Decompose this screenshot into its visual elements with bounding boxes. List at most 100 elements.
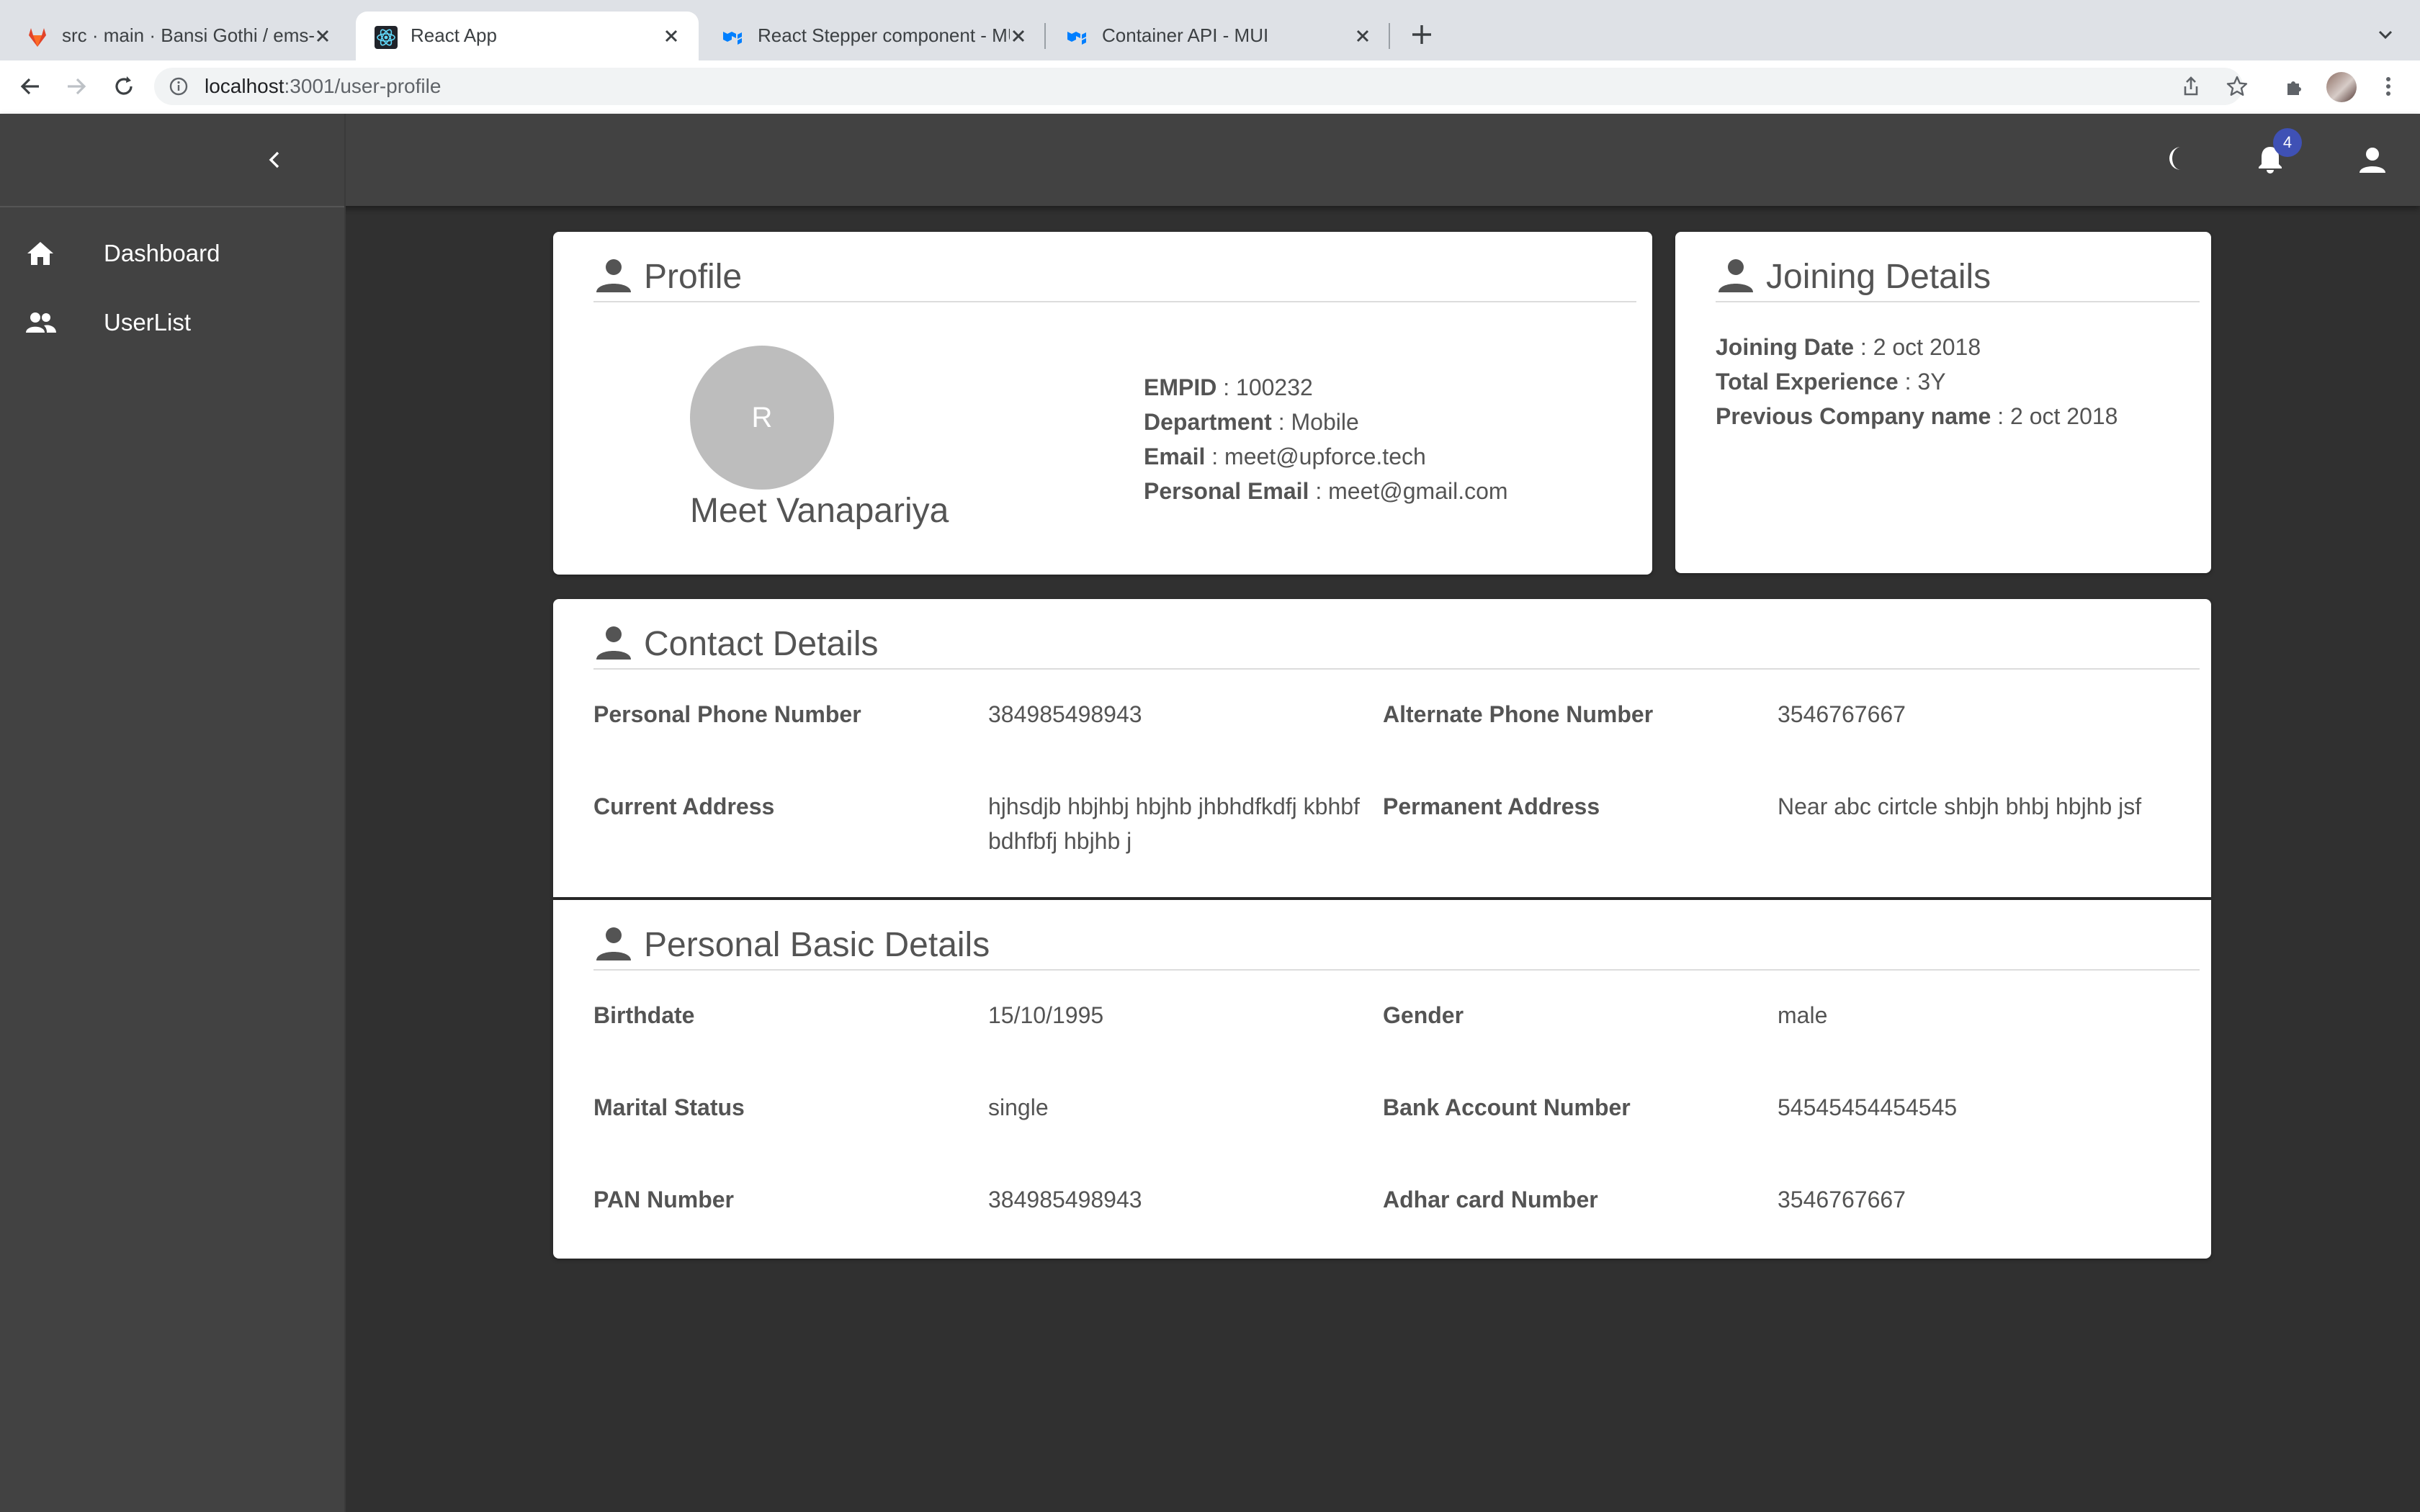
tab-title: React Stepper component - MUI xyxy=(758,24,1010,46)
new-tab-icon[interactable] xyxy=(1409,22,1435,48)
tab-separator xyxy=(1389,23,1390,49)
people-icon xyxy=(26,312,56,333)
value-bank-account: 54545454454545 xyxy=(1778,1094,1958,1120)
field-value: meet@upforce.tech xyxy=(1224,444,1426,469)
profile-avatar[interactable] xyxy=(2326,72,2357,102)
field-label: Joining Date xyxy=(1716,334,1855,360)
contact-details-card: Contact Details xyxy=(553,599,2211,897)
share-icon[interactable] xyxy=(2179,75,2202,98)
notification-badge: 4 xyxy=(2273,128,2302,157)
field-label: Department xyxy=(1144,409,1272,435)
label-birthdate: Birthdate xyxy=(593,1002,695,1028)
info-icon[interactable] xyxy=(169,76,189,96)
label-adhar-number: Adhar card Number xyxy=(1383,1187,1598,1212)
tab-title: Container API - MUI xyxy=(1102,24,1269,46)
field-value: meet@gmail.com xyxy=(1328,478,1508,504)
mui-icon xyxy=(1067,32,1086,45)
dark-mode-icon[interactable] xyxy=(2164,143,2195,174)
chevron-down-icon[interactable] xyxy=(2374,23,2397,46)
person-icon xyxy=(596,626,631,660)
field-department: Department : Mobile xyxy=(1144,409,1359,435)
label-bank-account: Bank Account Number xyxy=(1383,1094,1631,1120)
browser-tab-mui-stepper[interactable]: React Stepper component - MUI xyxy=(703,12,1046,60)
field-email: Email : meet@upforce.tech xyxy=(1144,444,1426,469)
address-bar[interactable] xyxy=(154,68,2243,105)
value-adhar-number: 3546767667 xyxy=(1778,1187,1906,1212)
avatar: R xyxy=(690,346,834,490)
sidebar-item-userlist[interactable]: UserList xyxy=(0,287,344,356)
browser-tab-gitlab[interactable]: src · main · Bansi Gothi / ems-f xyxy=(7,12,350,60)
mui-icon xyxy=(723,32,742,45)
label-pan-number: PAN Number xyxy=(593,1187,734,1212)
value-current-address: hjhsdjb hbjhbj hbjhb jhbhdfkdfj kbhbf bd… xyxy=(988,793,1360,854)
reload-icon[interactable] xyxy=(109,72,138,101)
field-value: 3Y xyxy=(1917,369,1946,395)
account-icon[interactable] xyxy=(2355,143,2390,177)
card-title: Personal Basic Details xyxy=(644,926,990,964)
kebab-menu-icon[interactable] xyxy=(2378,75,2398,98)
label-personal-phone: Personal Phone Number xyxy=(593,701,861,727)
extensions-icon[interactable] xyxy=(2283,75,2306,98)
tab-separator xyxy=(1044,23,1046,49)
home-icon xyxy=(27,242,53,265)
field-label: Total Experience xyxy=(1716,369,1899,395)
label-marital-status: Marital Status xyxy=(593,1094,745,1120)
value-pan-number: 384985498943 xyxy=(988,1187,1142,1212)
label-permanent-address: Permanent Address xyxy=(1383,793,1600,819)
field-total-experience: Total Experience : 3Y xyxy=(1716,369,1946,395)
sidebar-item-dashboard[interactable]: Dashboard xyxy=(0,217,344,287)
card-divider xyxy=(593,668,2200,670)
forward-arrow-icon[interactable] xyxy=(62,72,91,101)
person-icon xyxy=(1718,259,1753,292)
field-value: 2 oct 2018 xyxy=(1873,334,1981,360)
browser-tab-strip: src · main · Bansi Gothi / ems-f React A… xyxy=(0,0,2420,60)
back-arrow-icon[interactable] xyxy=(16,72,45,101)
field-empid: EMPID : 100232 xyxy=(1144,374,1313,400)
app-bar xyxy=(0,114,2420,206)
close-tab-icon[interactable] xyxy=(660,24,683,48)
person-icon xyxy=(596,259,631,292)
url-host: localhost xyxy=(205,75,284,97)
sidebar-item-label: UserList xyxy=(104,309,192,336)
field-label: Email xyxy=(1144,444,1206,469)
close-tab-icon[interactable] xyxy=(1351,24,1374,48)
field-joining-date: Joining Date : 2 oct 2018 xyxy=(1716,334,1981,360)
field-label: EMPID xyxy=(1144,374,1217,400)
card-title: Joining Details xyxy=(1766,258,1991,296)
field-personal-email: Personal Email : meet@gmail.com xyxy=(1144,478,1508,504)
star-icon[interactable] xyxy=(2226,75,2249,98)
field-value: 100232 xyxy=(1236,374,1313,400)
gitlab-icon xyxy=(29,28,46,47)
sidebar-divider xyxy=(0,206,344,207)
label-alternate-phone: Alternate Phone Number xyxy=(1383,701,1654,727)
card-title: Profile xyxy=(644,258,743,296)
card-title: Contact Details xyxy=(644,625,879,663)
field-value: Mobile xyxy=(1291,409,1359,435)
label-current-address: Current Address xyxy=(593,793,775,819)
url-text[interactable]: localhost:3001/user-profile xyxy=(205,73,441,99)
tab-title: src · main · Bansi Gothi / ems-f xyxy=(62,24,314,46)
chevron-left-icon[interactable] xyxy=(262,147,288,173)
value-alternate-phone: 3546767667 xyxy=(1778,701,1906,727)
value-personal-phone: 384985498943 xyxy=(988,701,1142,727)
tab-title: React App xyxy=(411,24,497,46)
personal-basic-details-card: Personal Basic Details xyxy=(553,900,2211,1259)
browser-tab-mui-container[interactable]: Container API - MUI xyxy=(1047,12,1390,60)
card-divider xyxy=(593,969,2200,971)
value-gender: male xyxy=(1778,1002,1828,1028)
card-divider xyxy=(593,301,1636,302)
field-label: Personal Email xyxy=(1144,478,1309,504)
card-divider xyxy=(1716,301,2200,302)
close-tab-icon[interactable] xyxy=(1007,24,1030,48)
field-previous-company: Previous Company name : 2 oct 2018 xyxy=(1716,403,2118,429)
field-value: 2 oct 2018 xyxy=(2010,403,2118,429)
url-path: :3001/user-profile xyxy=(284,75,442,97)
label-gender: Gender xyxy=(1383,1002,1464,1028)
value-birthdate: 15/10/1995 xyxy=(988,1002,1104,1028)
close-tab-icon[interactable] xyxy=(311,24,334,48)
profile-name: Meet Vanapariya xyxy=(690,492,949,530)
field-label: Previous Company name xyxy=(1716,403,1991,429)
react-icon xyxy=(375,26,398,49)
sidebar-item-label: Dashboard xyxy=(104,240,220,266)
browser-tab-react-app[interactable]: React App xyxy=(356,12,699,60)
